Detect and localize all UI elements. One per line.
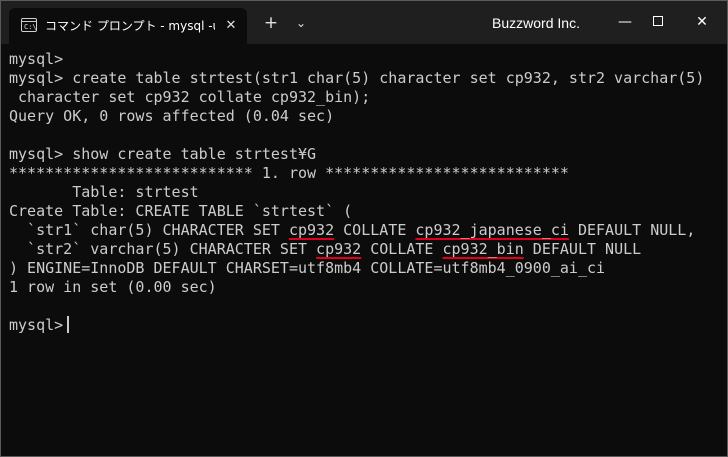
terminal-prompt-line[interactable]: mysql> xyxy=(9,316,721,335)
terminal-line: Query OK, 0 rows affected (0.04 sec) xyxy=(9,107,335,125)
terminal-line: mysql> create table strtest(str1 char(5)… xyxy=(9,69,705,87)
close-tab-icon[interactable]: ✕ xyxy=(221,16,241,36)
terminal-line: Table: strtest xyxy=(9,183,199,201)
console-icon-label: C:\ xyxy=(24,23,37,31)
mysql-prompt: mysql> xyxy=(9,316,64,334)
terminal-line: *************************** 1. row *****… xyxy=(9,164,569,182)
str2-suffix: DEFAULT NULL xyxy=(523,240,642,258)
str1-collation-highlight: cp932_japanese_ci xyxy=(415,221,569,239)
str2-charset-highlight: cp932 xyxy=(316,240,362,258)
terminal-line: mysql> xyxy=(9,50,64,68)
str1-charset-highlight: cp932 xyxy=(288,221,335,239)
str1-prefix: `str1` char(5) CHARACTER SET xyxy=(9,221,289,239)
terminal-line: ) ENGINE=InnoDB DEFAULT CHARSET=utf8mb4 … xyxy=(9,259,606,277)
minimize-button[interactable]: — xyxy=(610,9,640,35)
str2-collate-keyword: COLLATE xyxy=(361,240,443,258)
brand-label: Buzzword Inc. xyxy=(492,15,580,31)
tab-title: コマンド プロンプト - mysql -u roc xyxy=(45,19,215,33)
close-window-button[interactable]: ✕ xyxy=(687,9,717,35)
maximize-button[interactable] xyxy=(644,9,674,35)
terminal-line: Create Table: CREATE TABLE `strtest` ( xyxy=(9,202,353,220)
str2-collation-highlight: cp932_bin xyxy=(442,240,524,258)
chevron-down-icon[interactable]: ⌄ xyxy=(291,13,311,33)
terminal-window: C:\ コマンド プロンプト - mysql -u roc ✕ + ⌄ Buzz… xyxy=(0,0,728,457)
text-cursor xyxy=(67,316,70,333)
terminal-line: 1 row in set (0.00 sec) xyxy=(9,278,217,296)
new-tab-button[interactable]: + xyxy=(261,13,281,33)
str1-suffix: DEFAULT NULL, xyxy=(568,221,696,239)
console-icon: C:\ xyxy=(21,18,37,32)
terminal-output[interactable]: mysql> mysql> create table strtest(str1 … xyxy=(9,50,721,450)
terminal-line: character set cp932 collate cp932_bin); xyxy=(9,88,371,106)
str1-collate-keyword: COLLATE xyxy=(334,221,416,239)
terminal-line-str2: `str2` varchar(5) CHARACTER SET cp932 CO… xyxy=(9,240,721,259)
tab-command-prompt[interactable]: C:\ コマンド プロンプト - mysql -u roc ✕ xyxy=(9,8,247,44)
terminal-line: mysql> show create table strtest¥G xyxy=(9,145,317,163)
title-bar: C:\ コマンド プロンプト - mysql -u roc ✕ + ⌄ Buzz… xyxy=(1,1,727,44)
str2-prefix: `str2` varchar(5) CHARACTER SET xyxy=(9,240,317,258)
terminal-line-str1: `str1` char(5) CHARACTER SET cp932 COLLA… xyxy=(9,221,721,240)
maximize-icon xyxy=(653,16,663,26)
